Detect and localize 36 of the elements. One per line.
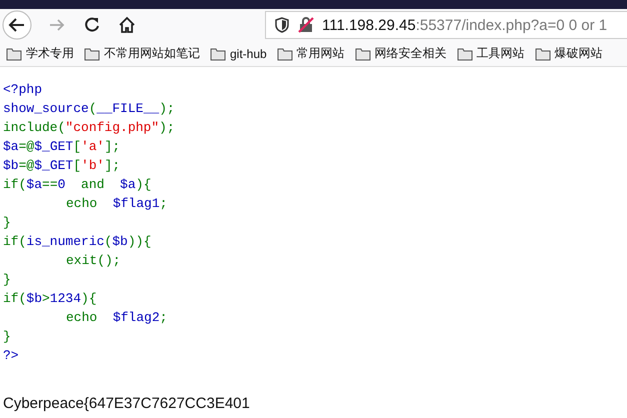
code-line: if($b>1234){ (3, 290, 97, 308)
code-line: ?> (3, 347, 19, 365)
folder-icon (456, 46, 473, 60)
code-line: <?php (3, 81, 42, 99)
address-bar[interactable]: 111.198.29.45:55377/index.php?a=0 0 or 1 (265, 11, 627, 39)
code-line: } (3, 214, 11, 232)
folder-icon (276, 46, 293, 60)
output-text: Cyberpeace{647E37C7627CC3E401 (3, 395, 250, 412)
home-icon[interactable] (117, 15, 137, 35)
code-line: include("config.php"); (3, 119, 175, 137)
code-line: } (3, 271, 11, 289)
folder-icon (84, 46, 100, 60)
bookmark-link[interactable]: 不常用网站如笔记 (104, 45, 200, 62)
bookmark-link[interactable]: 学术专用 (26, 45, 74, 62)
code-line: echo $flag2; (65, 309, 168, 327)
bookmark-link[interactable]: 工具网站 (476, 45, 525, 62)
code-line: if(is_numeric($b)){ (3, 233, 152, 251)
code-line: exit(); (65, 252, 121, 270)
insecure-lock-icon[interactable] (298, 17, 314, 33)
folder-icon (354, 46, 371, 60)
folder-icon (534, 46, 551, 60)
shield-icon[interactable] (274, 17, 290, 33)
back-icon[interactable] (2, 10, 32, 40)
bookmark-link[interactable]: 爆破网站 (554, 45, 603, 62)
bookmark-link[interactable]: git-hub (230, 46, 267, 60)
code-line: $b=@$_GET['b']; (3, 157, 120, 175)
bookmark-link[interactable]: 常用网站 (296, 45, 345, 62)
folder-icon (210, 46, 226, 60)
code-line: if($a==0 and $a){ (3, 176, 152, 194)
url-text: 111.198.29.45:55377/index.php?a=0 0 or 1 (322, 16, 608, 34)
code-line: echo $flag1; (65, 195, 168, 213)
folder-icon (6, 46, 22, 60)
code-line: show_source(__FILE__); (3, 100, 175, 118)
bookmark-link[interactable]: 网络安全相关 (374, 45, 447, 62)
code-line: $a=@$_GET['a']; (3, 138, 120, 156)
code-line: } (3, 328, 11, 346)
